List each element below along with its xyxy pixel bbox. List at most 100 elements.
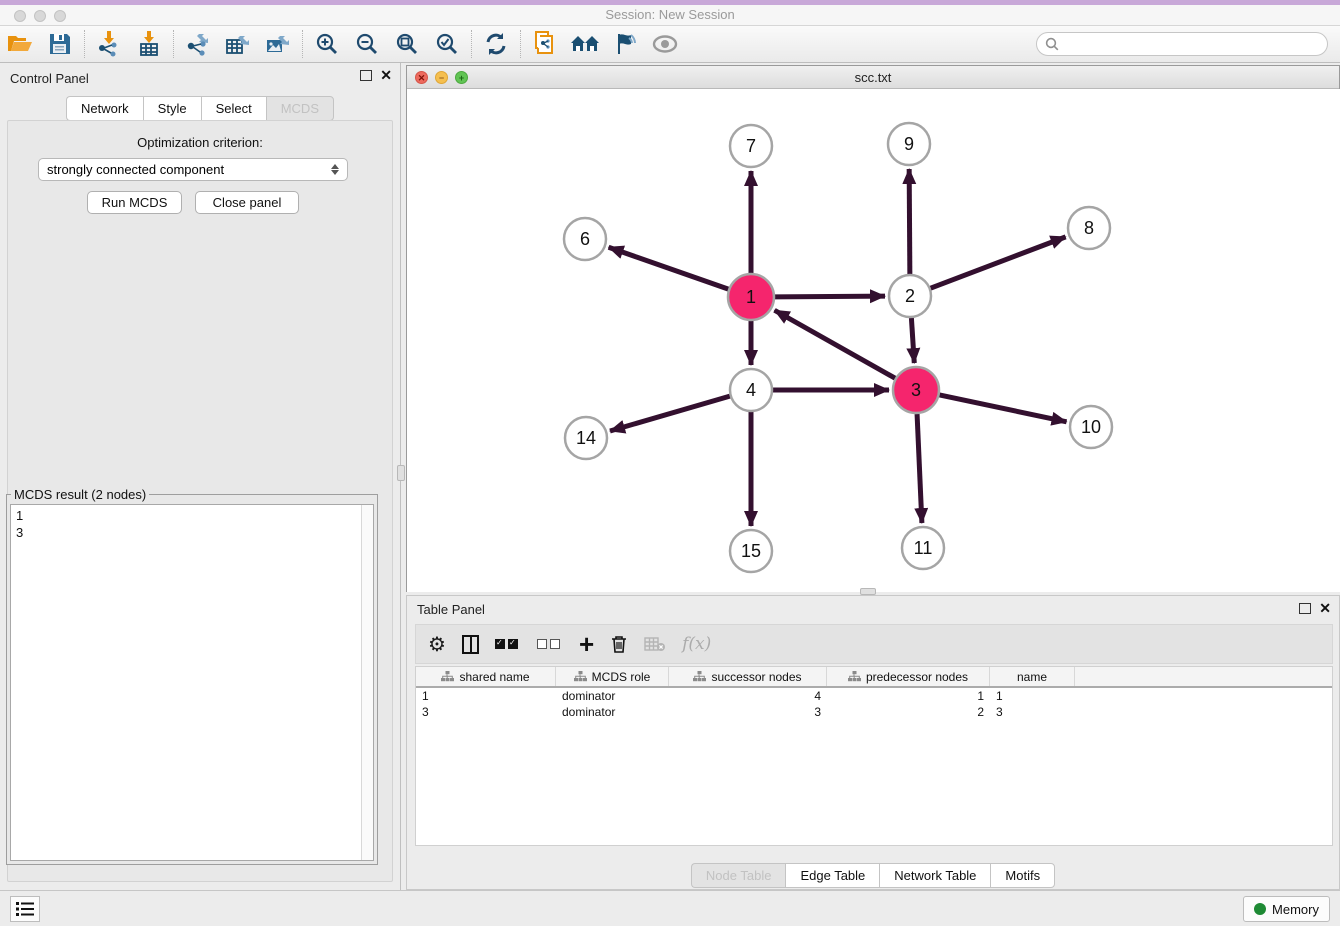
- column-header-successor-nodes[interactable]: successor nodes: [669, 667, 827, 686]
- node-label-3: 3: [911, 380, 921, 400]
- node-label-6: 6: [580, 229, 590, 249]
- trash-icon[interactable]: [610, 631, 628, 657]
- node-label-8: 8: [1084, 218, 1094, 238]
- table-toolbar: ⚙ + f(x): [415, 624, 1333, 664]
- cell-predecessor-nodes[interactable]: 2: [827, 704, 990, 720]
- column-header-name[interactable]: name: [990, 667, 1075, 686]
- save-icon[interactable]: [40, 29, 80, 59]
- edge-3-11[interactable]: [917, 414, 922, 523]
- column-header-predecessor-nodes[interactable]: predecessor nodes: [827, 667, 990, 686]
- tab-edge-table[interactable]: Edge Table: [785, 863, 879, 888]
- edge-1-2[interactable]: [775, 296, 885, 297]
- network-window-titlebar[interactable]: ✕ − + scc.txt: [407, 66, 1339, 89]
- float-panel-icon[interactable]: [360, 70, 372, 81]
- result-scrollbar[interactable]: [361, 505, 373, 860]
- tab-node-table[interactable]: Node Table: [691, 863, 786, 888]
- search-input[interactable]: [1059, 34, 1327, 54]
- cell-shared-name[interactable]: 3: [416, 704, 556, 720]
- tab-select[interactable]: Select: [201, 96, 266, 121]
- control-panel-tabs: NetworkStyleSelectMCDS: [0, 96, 400, 121]
- node-table[interactable]: shared nameMCDS rolesuccessor nodesprede…: [415, 666, 1333, 846]
- zoom-in-icon[interactable]: [307, 29, 347, 59]
- session-title: Session: New Session: [0, 7, 1340, 22]
- result-item[interactable]: 3: [16, 524, 368, 541]
- close-table-panel-icon[interactable]: ✕: [1319, 602, 1331, 614]
- zoom-out-icon[interactable]: [347, 29, 387, 59]
- column-header-shared-name[interactable]: shared name: [416, 667, 556, 686]
- cell-successor-nodes[interactable]: 3: [669, 704, 827, 720]
- table-row[interactable]: 1dominator411: [416, 688, 1332, 704]
- edge-3-10[interactable]: [939, 395, 1066, 422]
- node-label-11: 11: [914, 538, 933, 558]
- panel-splitter-handle[interactable]: [397, 465, 405, 481]
- eye-icon[interactable]: [645, 29, 685, 59]
- export-network-icon[interactable]: [178, 29, 218, 59]
- gear-icon[interactable]: ⚙: [428, 631, 446, 657]
- cell-name[interactable]: 1: [990, 688, 1075, 704]
- open-folder-icon[interactable]: [0, 29, 40, 59]
- main-toolbar: [0, 26, 1340, 63]
- tab-network[interactable]: Network: [66, 96, 143, 121]
- table-tabs: Node TableEdge TableNetwork TableMotifs: [407, 863, 1339, 888]
- float-table-panel-icon[interactable]: [1299, 603, 1311, 614]
- edge-1-6[interactable]: [609, 247, 729, 289]
- tab-mcds[interactable]: MCDS: [266, 96, 334, 121]
- tab-style[interactable]: Style: [143, 96, 201, 121]
- hide-details-icon[interactable]: [605, 29, 645, 59]
- edge-3-1[interactable]: [775, 310, 896, 378]
- refresh-icon[interactable]: [476, 29, 516, 59]
- result-item[interactable]: 1: [16, 507, 368, 524]
- app-titlebar: Session: New Session: [0, 0, 1340, 26]
- memory-button[interactable]: Memory: [1243, 896, 1330, 922]
- mcds-result-group: MCDS result (2 nodes) 13: [6, 487, 378, 865]
- cell-predecessor-nodes[interactable]: 1: [827, 688, 990, 704]
- cell-MCDS-role[interactable]: dominator: [556, 704, 669, 720]
- control-panel: Control Panel ✕ NetworkStyleSelectMCDS O…: [0, 63, 401, 890]
- cell-successor-nodes[interactable]: 4: [669, 688, 827, 704]
- task-history-button[interactable]: [10, 896, 40, 922]
- deselect-checks-icon[interactable]: [537, 631, 563, 657]
- import-network-icon[interactable]: [89, 29, 129, 59]
- cell-name[interactable]: 3: [990, 704, 1075, 720]
- edge-2-9[interactable]: [909, 169, 910, 274]
- optimization-criterion-select[interactable]: strongly connected component: [38, 158, 348, 181]
- tab-network-table[interactable]: Network Table: [879, 863, 990, 888]
- import-table-icon[interactable]: [129, 29, 169, 59]
- select-value: strongly connected component: [47, 162, 224, 177]
- cell-shared-name[interactable]: 1: [416, 688, 556, 704]
- table-panel-title: Table Panel: [417, 602, 485, 617]
- mcds-result-title: MCDS result (2 nodes): [11, 487, 149, 502]
- search-icon: [1045, 37, 1059, 51]
- view-splitter-handle[interactable]: [860, 588, 876, 595]
- node-label-7: 7: [746, 136, 756, 156]
- node-label-1: 1: [746, 287, 756, 307]
- close-panel-button[interactable]: Close panel: [195, 191, 299, 214]
- column-selector-icon[interactable]: [462, 631, 479, 657]
- mcds-result-list[interactable]: 13: [10, 504, 374, 861]
- node-label-10: 10: [1081, 417, 1101, 437]
- search-box[interactable]: [1036, 32, 1328, 56]
- node-label-15: 15: [741, 541, 761, 561]
- network-graph-canvas[interactable]: 7968124314101511: [407, 89, 1340, 592]
- add-icon[interactable]: +: [579, 631, 594, 657]
- close-panel-icon[interactable]: ✕: [380, 69, 392, 81]
- edge-2-3[interactable]: [911, 318, 914, 363]
- column-header-MCDS-role[interactable]: MCDS role: [556, 667, 669, 686]
- clone-network-icon[interactable]: [525, 29, 565, 59]
- network-view-window: ✕ − + scc.txt 7968124314101511: [406, 65, 1340, 592]
- home-network-icon[interactable]: [565, 29, 605, 59]
- select-all-checks-icon[interactable]: [495, 631, 521, 657]
- toolbar-separator: [520, 30, 521, 58]
- edge-4-14[interactable]: [610, 396, 730, 431]
- run-mcds-button[interactable]: Run MCDS: [87, 191, 182, 214]
- export-table-icon[interactable]: [218, 29, 258, 59]
- optimization-criterion-label: Optimization criterion:: [0, 135, 400, 150]
- edge-2-8[interactable]: [931, 237, 1066, 288]
- export-image-icon[interactable]: [258, 29, 298, 59]
- cell-MCDS-role[interactable]: dominator: [556, 688, 669, 704]
- table-row[interactable]: 3dominator323: [416, 704, 1332, 720]
- tab-motifs[interactable]: Motifs: [990, 863, 1055, 888]
- zoom-fit-icon[interactable]: [387, 29, 427, 59]
- table-header-row: shared nameMCDS rolesuccessor nodesprede…: [416, 667, 1332, 688]
- zoom-selected-icon[interactable]: [427, 29, 467, 59]
